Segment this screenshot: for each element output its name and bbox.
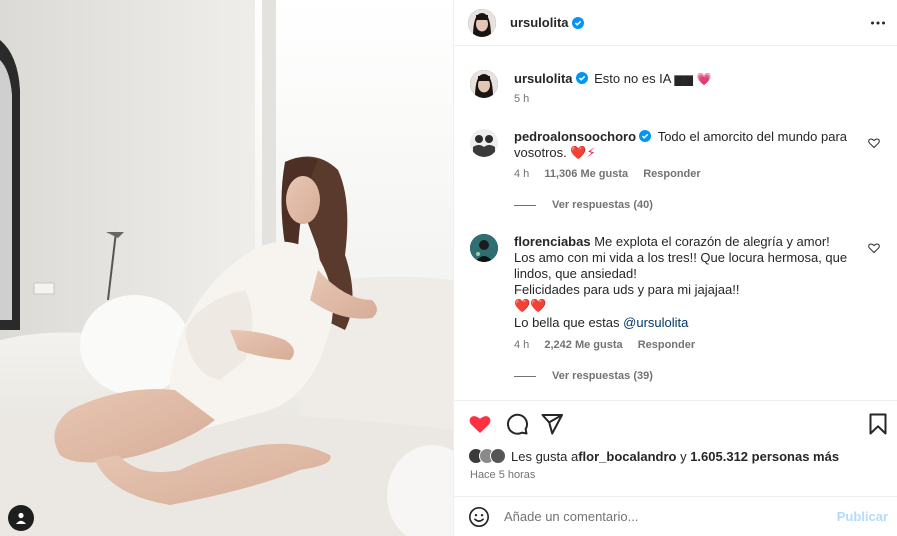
caption-time: 5 h: [514, 93, 530, 105]
post-sidebar: ursulolita ursulolita Esto no es IA ▆▆ 💗…: [453, 0, 897, 536]
comment-time: 4 h: [514, 168, 530, 180]
post-header: ursulolita: [454, 0, 897, 46]
caption-text: Esto no es IA: [594, 71, 671, 86]
view-replies-button[interactable]: Ver respuestas (39): [514, 370, 653, 382]
liker-avatar: [490, 448, 506, 464]
like-comment-heart-icon[interactable]: [868, 242, 880, 254]
mention-link[interactable]: @ursulolita: [623, 315, 688, 330]
comment-time: 4 h: [514, 339, 530, 351]
replies-divider: [514, 375, 536, 377]
verified-badge-icon: [575, 72, 588, 84]
verified-badge-icon: [571, 16, 584, 29]
comment-text-line3: Lo bella que estas: [514, 315, 624, 330]
view-replies-label: Ver respuestas (40): [552, 199, 653, 211]
comment-item: florenciabas Me explota el corazón de al…: [470, 234, 880, 394]
comment-meta: 4 h 2,242 Me gusta Responder: [514, 339, 695, 351]
verified-badge-icon: [639, 130, 652, 142]
view-replies-label: Ver respuestas (39): [552, 370, 653, 382]
likes-count[interactable]: 1.605.312 personas más: [690, 449, 839, 464]
instagram-post: ursulolita ursulolita Esto no es IA ▆▆ 💗…: [0, 0, 897, 536]
reply-button[interactable]: Responder: [638, 339, 695, 351]
commenter-username[interactable]: florenciabas: [514, 234, 591, 249]
comment-like-count[interactable]: 11,306 Me gusta: [544, 168, 628, 180]
comment-item: pedroalonsoochoro Todo el amorcito del m…: [470, 129, 880, 219]
emoji-icon[interactable]: [468, 506, 490, 528]
heart-filled-icon[interactable]: [468, 412, 492, 436]
replies-divider: [514, 204, 536, 206]
comment-icon[interactable]: [505, 412, 529, 436]
caption-username[interactable]: ursulolita: [514, 71, 573, 86]
author-avatar[interactable]: [468, 8, 496, 37]
view-replies-button[interactable]: Ver respuestas (40): [514, 199, 653, 211]
publish-button[interactable]: Publicar: [837, 509, 888, 524]
like-comment-heart-icon[interactable]: [868, 137, 880, 149]
commenter-avatar[interactable]: [470, 234, 498, 262]
more-horizontal-icon[interactable]: [870, 15, 886, 31]
commenter-username[interactable]: pedroalonsoochoro: [514, 129, 636, 144]
comment-composer: Publicar: [454, 496, 897, 536]
caption-emoji: ▆▆ 💗: [674, 72, 712, 86]
tagged-people-icon[interactable]: [8, 505, 34, 531]
comment-emoji: ❤️❤️: [514, 299, 547, 314]
comment-meta: 4 h 11,306 Me gusta Responder: [514, 168, 701, 180]
comments-list[interactable]: ursulolita Esto no es IA ▆▆ 💗 5 h pedroa…: [454, 47, 897, 399]
photo-image: [0, 0, 453, 536]
post-photo[interactable]: [0, 0, 453, 536]
share-icon[interactable]: [540, 412, 564, 436]
liker-avatars: [468, 448, 506, 464]
comment-like-count[interactable]: 2,242 Me gusta: [544, 339, 622, 351]
caption-avatar[interactable]: [470, 70, 498, 98]
likes-prefix: Les gusta a: [511, 448, 579, 464]
post-time: Hace 5 horas: [470, 469, 536, 481]
author-username[interactable]: ursulolita: [510, 15, 569, 30]
comment-text-line2: Felicidades para uds y para mi jajajaa!!: [514, 282, 740, 297]
post-actions: Les gusta a flor_bocalandro y 1.605.312 …: [454, 400, 897, 495]
reply-button[interactable]: Responder: [643, 168, 700, 180]
save-bookmark-icon[interactable]: [866, 412, 890, 436]
likes-middle: y: [676, 448, 691, 464]
comment-emoji: ❤️⚡: [570, 146, 596, 161]
liker-username[interactable]: flor_bocalandro: [578, 449, 676, 464]
likes-summary: Les gusta a flor_bocalandro y 1.605.312 …: [468, 448, 839, 464]
comment-input[interactable]: [504, 509, 824, 524]
caption: ursulolita Esto no es IA ▆▆ 💗 5 h: [470, 70, 880, 110]
commenter-avatar[interactable]: [470, 129, 498, 157]
